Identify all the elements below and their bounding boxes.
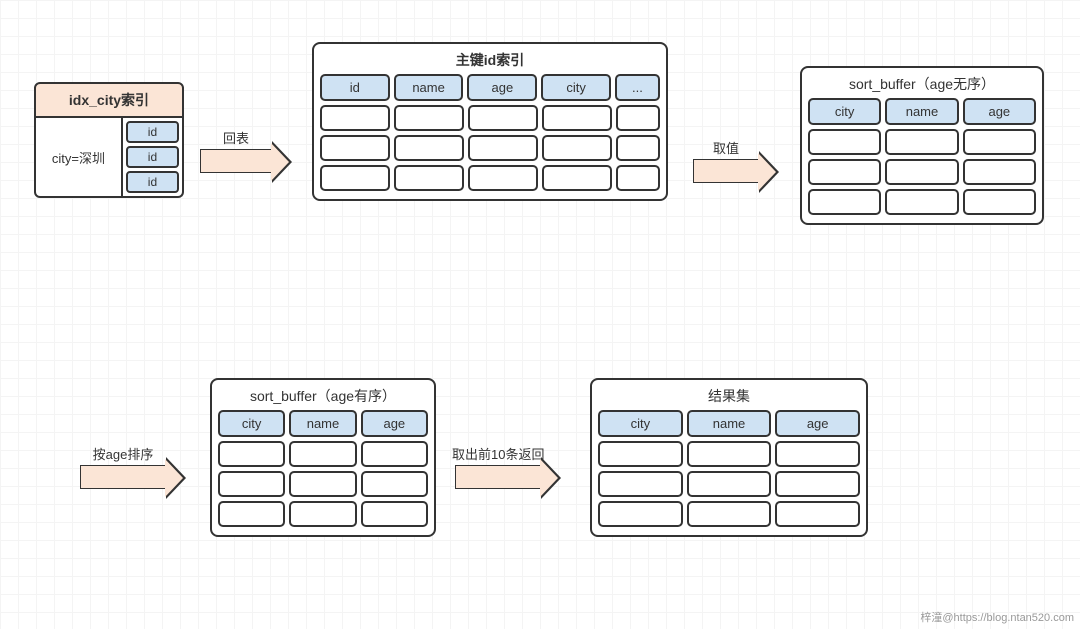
result-title: 结果集: [592, 380, 866, 410]
result-header: city: [598, 410, 683, 437]
idx-city-condition: city=深圳: [36, 118, 123, 196]
table-row: [314, 135, 666, 165]
sort-buffer-sorted: sort_buffer（age有序） city name age: [210, 378, 436, 537]
table-row: [802, 159, 1042, 189]
buf-header: name: [885, 98, 958, 125]
idx-id-cell: id: [126, 121, 179, 143]
idx-city-body: city=深圳 id id id: [34, 118, 184, 198]
pk-header: city: [541, 74, 611, 101]
pk-header: id: [320, 74, 390, 101]
arrow-label: 取出前10条返回: [452, 444, 544, 463]
table-row: [212, 471, 434, 501]
table-row: [802, 189, 1042, 223]
table-row: [592, 471, 866, 501]
idx-city-ids: id id id: [123, 118, 182, 196]
result-header: age: [775, 410, 860, 437]
buf-unsorted-title: sort_buffer（age无序）: [802, 68, 1042, 98]
result-set: 结果集 city name age: [590, 378, 868, 537]
arrow-back-to-table: 回表: [200, 128, 272, 173]
primary-key-box: 主键id索引 id name age city ...: [312, 42, 668, 201]
arrow-return-top10: 取出前10条返回: [452, 444, 544, 489]
result-header-row: city name age: [592, 410, 866, 441]
watermark-text: 梓潼@https://blog.ntan520.com: [920, 609, 1074, 625]
sort-buffer-unsorted: sort_buffer（age无序） city name age: [800, 66, 1044, 225]
pk-header: ...: [615, 74, 660, 101]
buf-header-row: city name age: [212, 410, 434, 441]
result-header: name: [687, 410, 772, 437]
table-row: [212, 441, 434, 471]
table-row: [592, 501, 866, 535]
idx-id-cell: id: [126, 146, 179, 168]
buf-header: city: [218, 410, 285, 437]
buf-sorted-title: sort_buffer（age有序）: [212, 380, 434, 410]
arrow-sort-by-age: 按age排序: [80, 444, 166, 489]
buf-header: age: [361, 410, 428, 437]
arrow-label: 回表: [223, 128, 249, 147]
buf-header: name: [289, 410, 356, 437]
table-row: [212, 501, 434, 535]
idx-city-box: idx_city索引 city=深圳 id id id: [34, 82, 184, 198]
pk-header: age: [467, 74, 537, 101]
arrow-fetch-value: 取值: [693, 138, 759, 183]
table-row: [314, 165, 666, 199]
idx-city-title: idx_city索引: [34, 82, 184, 118]
arrow-label: 取值: [713, 138, 739, 157]
idx-id-cell: id: [126, 171, 179, 193]
buf-header: age: [963, 98, 1036, 125]
primary-key-title: 主键id索引: [314, 44, 666, 74]
pk-header: name: [394, 74, 464, 101]
table-row: [314, 105, 666, 135]
pk-header-row: id name age city ...: [314, 74, 666, 105]
buf-header-row: city name age: [802, 98, 1042, 129]
table-row: [592, 441, 866, 471]
buf-header: city: [808, 98, 881, 125]
table-row: [802, 129, 1042, 159]
arrow-label: 按age排序: [93, 444, 154, 463]
